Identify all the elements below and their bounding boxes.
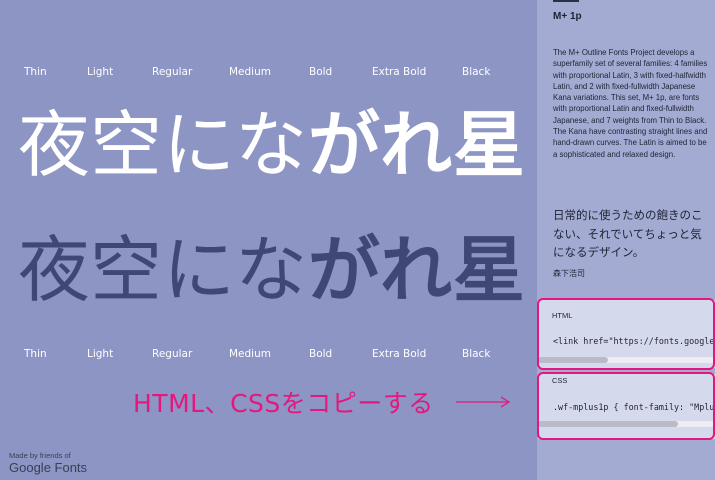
sample-glyph-extra-bold: れ <box>380 228 453 312</box>
sample-glyph-thin: 夜 <box>18 103 91 187</box>
copy-annotation: HTML、CSSをコピーする <box>133 389 434 418</box>
weight-label-bold: Bold <box>309 348 333 360</box>
weight-label-thin: Thin <box>24 66 47 78</box>
sample-glyph-black: 星 <box>453 228 526 312</box>
font-preview-panel: Thin Light Regular Medium Bold Extra Bol… <box>0 0 537 480</box>
sample-glyph-medium: な <box>235 228 308 312</box>
weight-labels-top: Thin Light Regular Medium Bold Extra Bol… <box>0 66 537 82</box>
google-fonts-logo[interactable]: Google Fonts <box>9 460 87 475</box>
weight-label-thin: Thin <box>24 348 47 360</box>
sample-glyph-thin: 夜 <box>18 228 91 312</box>
weight-label-light: Light <box>87 66 114 78</box>
designer-name: 森下浩司 <box>553 269 585 278</box>
weight-label-medium: Medium <box>229 66 271 78</box>
weight-label-medium: Medium <box>229 348 271 360</box>
weight-label-black: Black <box>462 348 491 360</box>
sample-glyph-medium: な <box>235 103 308 187</box>
sample-glyph-light: 空 <box>90 228 163 312</box>
weight-label-black: Black <box>462 66 491 78</box>
arrow-right-icon <box>456 396 511 408</box>
weight-label-regular: Regular <box>152 66 193 78</box>
designer-statement: 日常的に使うための飽きのこない、それでいてちょっと気になるデザイン。 <box>553 208 703 259</box>
font-family-title: M+ 1p <box>553 11 582 22</box>
sample-glyph-extra-bold: れ <box>380 103 453 187</box>
sample-glyph-black: 星 <box>453 103 526 187</box>
sample-glyph-bold: が <box>308 103 381 187</box>
sample-glyph-bold: が <box>308 228 381 312</box>
sample-glyph-regular: に <box>163 228 236 312</box>
weight-label-bold: Bold <box>309 66 333 78</box>
sample-glyph-light: 空 <box>90 103 163 187</box>
weight-label-regular: Regular <box>152 348 193 360</box>
css-box-highlight <box>537 372 715 440</box>
weight-label-light: Light <box>87 348 114 360</box>
html-box-highlight <box>537 298 715 370</box>
weight-label-extra-bold: Extra Bold <box>372 66 427 78</box>
font-description: The M+ Outline Fonts Project develops a … <box>553 48 708 159</box>
title-divider <box>553 0 579 2</box>
credit-caption: Made by friends of <box>9 451 71 460</box>
weight-labels-bottom: Thin Light Regular Medium Bold Extra Bol… <box>0 348 537 364</box>
sample-glyph-regular: に <box>163 103 236 187</box>
weight-label-extra-bold: Extra Bold <box>372 348 427 360</box>
